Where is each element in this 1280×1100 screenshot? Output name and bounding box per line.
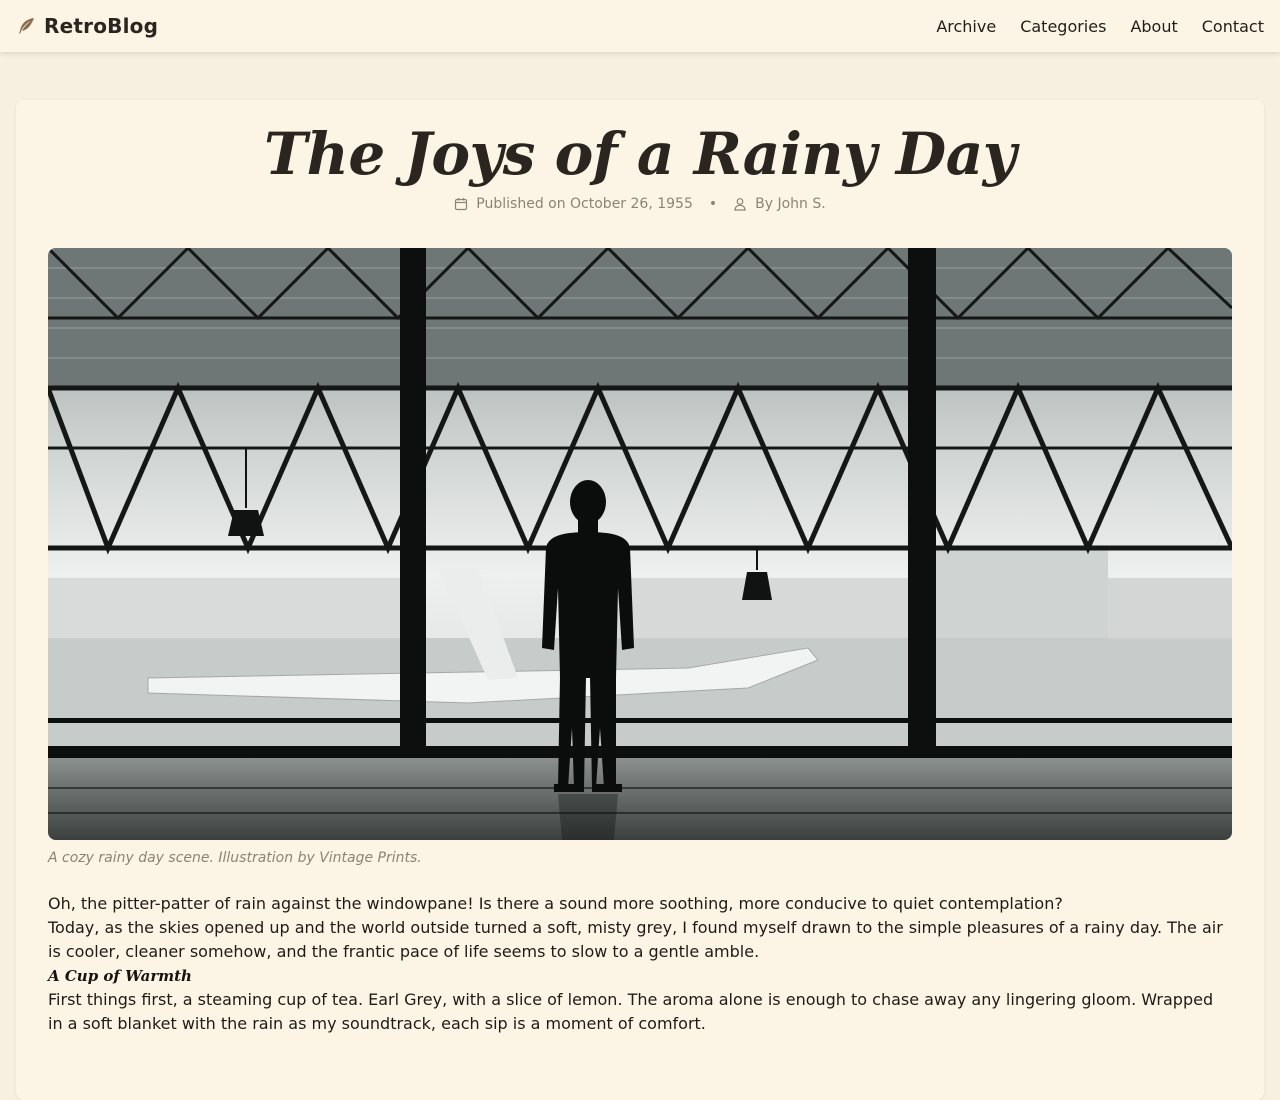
brand-name: RetroBlog (44, 14, 159, 38)
published-date: Published on October 26, 1955 (476, 196, 693, 212)
paragraph-3: First things first, a steaming cup of te… (48, 990, 1214, 1033)
paragraph-2: Today, as the skies opened up and the wo… (48, 918, 1223, 961)
image-caption: A cozy rainy day scene. Illustration by … (48, 850, 422, 866)
meta-separator: • (708, 196, 718, 212)
post-meta: Published on October 26, 1955 • By John … (16, 196, 1264, 212)
post-body: Oh, the pitter-patter of rain against th… (48, 892, 1232, 1036)
article-card: The Joys of a Rainy Day Published on Oct… (16, 100, 1264, 1100)
brand-logo-link[interactable]: RetroBlog (16, 14, 158, 38)
nav-archive[interactable]: Archive (936, 17, 996, 36)
hero-image (48, 248, 1232, 840)
nav-about[interactable]: About (1130, 17, 1177, 36)
nav-categories[interactable]: Categories (1020, 17, 1106, 36)
author-name: By John S. (755, 196, 826, 212)
feather-icon (16, 16, 36, 36)
user-icon (733, 197, 747, 211)
post-title: The Joys of a Rainy Day (264, 120, 1017, 188)
top-navbar: RetroBlog Archive Categories About Conta… (0, 0, 1280, 52)
section-heading: A Cup of Warmth (48, 967, 192, 985)
calendar-icon (454, 197, 468, 211)
nav-contact[interactable]: Contact (1202, 17, 1264, 36)
paragraph-1: Oh, the pitter-patter of rain against th… (48, 894, 1063, 913)
main-nav: Archive Categories About Contact (936, 17, 1264, 36)
